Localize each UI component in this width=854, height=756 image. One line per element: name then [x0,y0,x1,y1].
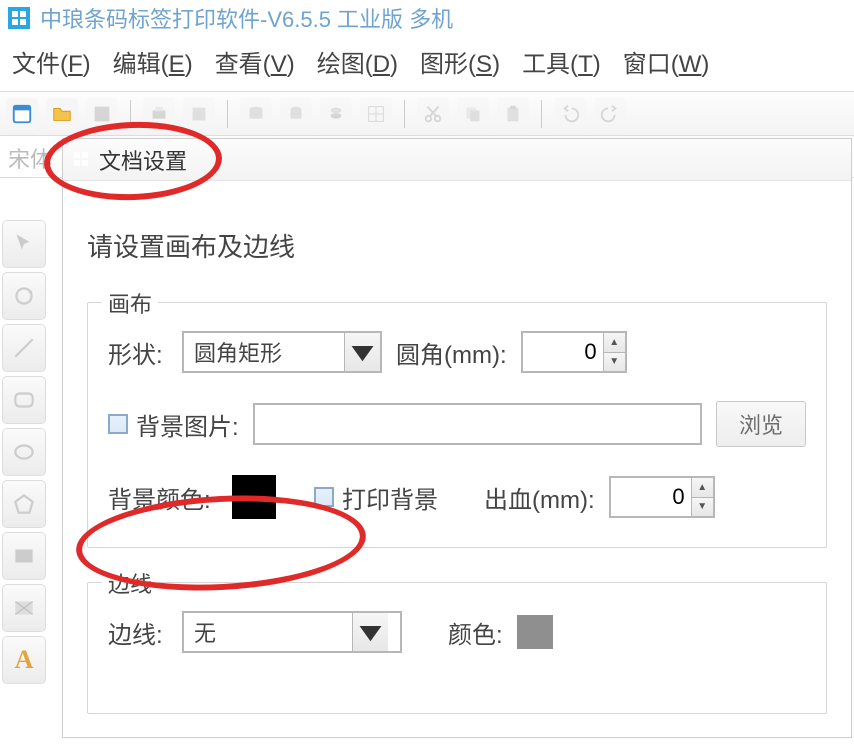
menu-tools[interactable]: 工具(T) [522,44,601,79]
tool-copy-icon[interactable] [457,98,489,130]
dialog-title: 文档设置 [99,144,187,176]
toolbar-separator [227,100,228,128]
shape-label: 形状: [108,335,168,370]
printbg-label: 打印背景 [342,480,438,515]
tool-pattern-icon[interactable] [2,584,46,632]
menu-window[interactable]: 窗口(W) [623,44,710,79]
shape-combobox[interactable]: 圆角矩形 [182,331,382,373]
radius-up-icon[interactable]: ▲ [604,333,625,353]
toolbar-separator [404,100,405,128]
left-tool-strip: A [2,220,48,684]
tool-polygon-icon[interactable] [2,480,46,528]
group-border: 边线 边线: 无 颜色: [87,582,827,714]
bleed-down-icon[interactable]: ▼ [692,498,713,517]
tool-grid-icon[interactable] [360,98,392,130]
menu-file[interactable]: 文件(F) [12,44,91,79]
bleed-up-icon[interactable]: ▲ [692,478,713,498]
radius-label: 圆角(mm): [396,335,507,370]
tool-undo-icon[interactable] [554,98,586,130]
font-name-display[interactable]: 宋体 [8,147,52,172]
app-icon [8,7,30,29]
tool-save-icon[interactable] [86,98,118,130]
printbg-checkbox[interactable]: 打印背景 [314,480,438,515]
radius-down-icon[interactable]: ▼ [604,353,625,372]
tool-redo-icon[interactable] [594,98,626,130]
app-title: 中琅条码标签打印软件-V6.5.5 工业版 多机 [40,2,453,34]
dialog-titlebar[interactable]: 文档设置 [63,139,851,181]
radius-input[interactable] [523,333,603,371]
toolbar-separator [130,100,131,128]
bleed-label: 出血(mm): [484,480,595,515]
border-label: 边线: [108,615,168,650]
tool-rect-icon[interactable] [2,532,46,580]
tool-line-icon[interactable] [2,324,46,372]
group-canvas: 画布 形状: 圆角矩形 圆角(mm): ▲ ▼ [87,302,827,548]
menubar: 文件(F) 编辑(E) 查看(V) 绘图(D) 图形(S) 工具(T) 窗口(W… [0,36,854,92]
tool-db-icon[interactable] [240,98,272,130]
bgimage-label: 背景图片: [136,407,239,442]
tool-ellipse-icon[interactable] [2,428,46,476]
tool-print-icon[interactable] [143,98,175,130]
tool-rotate-icon[interactable] [2,272,46,320]
group-border-legend: 边线 [102,567,158,599]
browse-button[interactable]: 浏览 [716,401,806,447]
group-canvas-legend: 画布 [102,287,158,319]
tool-paste-icon[interactable] [497,98,529,130]
bleed-input[interactable] [611,478,691,516]
checkbox-icon [108,414,128,434]
chevron-down-icon[interactable] [344,333,380,371]
document-settings-dialog: 文档设置 请设置画布及边线 画布 形状: 圆角矩形 圆角(mm): ▲ [62,138,852,738]
tool-export-icon[interactable] [183,98,215,130]
toolbar-separator [541,100,542,128]
bgcolor-label: 背景颜色: [108,480,218,515]
app-titlebar: 中琅条码标签打印软件-V6.5.5 工业版 多机 [0,0,854,36]
chevron-down-icon[interactable] [352,613,388,651]
tool-cut-icon[interactable] [417,98,449,130]
dialog-icon [73,147,89,173]
checkbox-icon [314,487,334,507]
border-combobox[interactable]: 无 [182,611,402,653]
tool-new-icon[interactable] [6,98,38,130]
bgimage-path-input[interactable] [253,403,702,445]
bgcolor-swatch[interactable] [232,475,276,519]
menu-shape[interactable]: 图形(S) [420,44,500,79]
tool-stack-icon[interactable] [320,98,352,130]
dialog-body: 请设置画布及边线 画布 形状: 圆角矩形 圆角(mm): ▲ ▼ [63,181,851,756]
radius-stepper[interactable]: ▲ ▼ [521,331,627,373]
border-color-swatch[interactable] [517,615,553,649]
border-value: 无 [184,612,352,652]
tool-pointer-icon[interactable] [2,220,46,268]
tool-text-icon[interactable]: A [2,636,46,684]
tool-cylinder-icon[interactable] [280,98,312,130]
dialog-heading: 请设置画布及边线 [87,227,827,264]
menu-draw[interactable]: 绘图(D) [317,44,398,79]
menu-view[interactable]: 查看(V) [215,44,295,79]
menu-edit[interactable]: 编辑(E) [113,44,193,79]
bleed-stepper[interactable]: ▲ ▼ [609,476,715,518]
shape-value: 圆角矩形 [184,332,344,372]
border-color-label: 颜色: [448,615,503,650]
tool-roundrect-icon[interactable] [2,376,46,424]
toolbar [0,92,854,136]
tool-open-icon[interactable] [46,98,78,130]
bgimage-checkbox[interactable]: 背景图片: [108,407,239,442]
